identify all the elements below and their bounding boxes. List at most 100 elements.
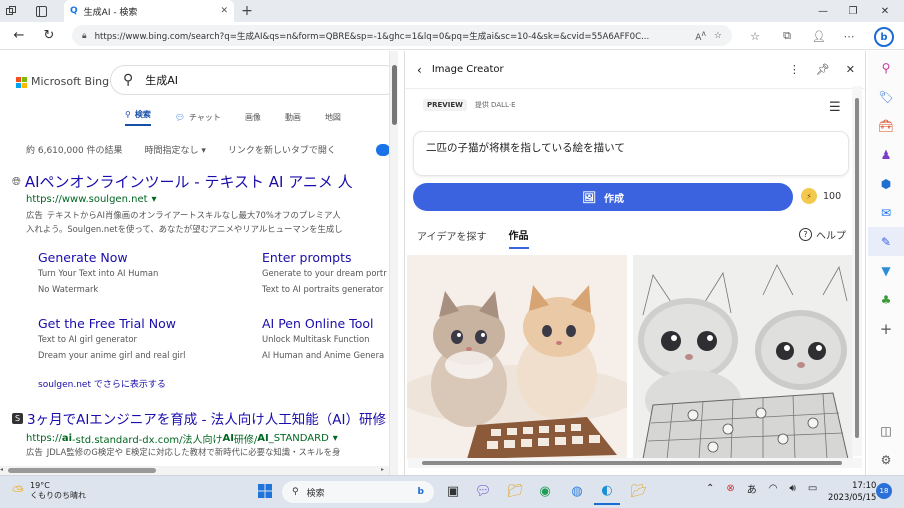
scope-tab-images[interactable]: 画像 <box>245 112 261 123</box>
result-2-url[interactable]: https://ai -std.standard-dx.com/法人向け AI 研修/… <box>26 431 338 446</box>
horizontal-scrollbar[interactable]: ◂ ▸ <box>0 466 390 475</box>
result-2-title[interactable]: 3ヶ月でAIエンジニアを育成 - 法人向け人工知能（AI）研修 <box>27 408 386 428</box>
folder-icon[interactable]: 📂︎ <box>626 477 652 505</box>
scope-tab-maps[interactable]: 地図 <box>325 112 341 123</box>
wifi-icon[interactable]: ◠ <box>769 483 778 494</box>
more-results-link[interactable]: soulgen.net でさらに表示する <box>38 377 166 390</box>
split-screen-icon[interactable]: ◫ <box>868 416 904 445</box>
profile-icon[interactable]: 👤︎ <box>808 22 830 50</box>
close-panel-icon[interactable]: ✕ <box>846 63 855 76</box>
new-tab-button[interactable]: + <box>238 0 256 22</box>
tools-icon[interactable]: 🧰︎ <box>868 111 904 140</box>
pin-icon[interactable]: 📌︎ <box>816 63 830 76</box>
search-sidebar-icon[interactable]: ⚲ <box>868 53 904 82</box>
scrollbar-thumb[interactable] <box>8 468 156 473</box>
tab-explore-ideas[interactable]: アイデアを探す <box>417 228 487 248</box>
scrollbar-thumb[interactable] <box>392 65 397 125</box>
file-explorer-icon[interactable]: 📁︎ <box>502 477 528 505</box>
back-arrow-icon[interactable]: ← <box>8 22 30 50</box>
prompt-input[interactable]: 二匹の子猫が将棋を指している絵を描いて <box>413 131 849 176</box>
start-windows-icon[interactable] <box>252 477 278 505</box>
refresh-icon[interactable]: ↻ <box>38 22 60 50</box>
tree-icon[interactable]: ♣︎ <box>868 285 904 314</box>
boost-coin-icon: ⚡︎ <box>801 188 817 204</box>
sitelink-title[interactable]: Get the Free Trial Now <box>38 316 186 331</box>
sitelink-title[interactable]: Enter prompts <box>262 250 387 265</box>
read-aloud-icon[interactable]: Aʌ <box>695 29 706 43</box>
task-view-icon[interactable]: ▣ <box>440 477 466 505</box>
teams-chat-icon[interactable]: 💬︎ <box>470 477 496 505</box>
weather-widget[interactable]: ⛅︎ 19°C くもりのち晴れ <box>12 481 86 501</box>
newtab-toggle[interactable] <box>376 144 390 156</box>
clock[interactable]: 17:10 2023/05/15 <box>828 479 876 503</box>
creator-vertical-scrollbar[interactable] <box>852 86 862 456</box>
create-button[interactable]: 🖼︎ 作成 <box>413 183 793 211</box>
scroll-left-icon[interactable]: ◂ <box>0 466 3 473</box>
boost-counter[interactable]: ⚡︎ 100 <box>801 188 841 204</box>
preview-row: PREVIEW 提供 DALL·E <box>423 99 516 111</box>
workspaces-icon[interactable] <box>0 0 22 22</box>
time-filter-dropdown[interactable]: 時間指定なし ▾ <box>145 143 206 156</box>
scope-tab-videos[interactable]: 動画 <box>285 112 301 123</box>
favorite-star-icon[interactable]: ☆ <box>714 31 722 41</box>
more-options-icon[interactable]: ⋮ <box>789 63 800 76</box>
result-1-url[interactable]: https://www.soulgen.net ▾ <box>26 194 157 205</box>
more-menu-icon[interactable]: ⋯ <box>838 22 860 50</box>
back-chevron-icon[interactable]: ‹ <box>417 63 422 77</box>
scope-tab-chat[interactable]: 💬︎ チャット <box>175 112 221 123</box>
restore-button[interactable]: ❐ <box>838 0 868 22</box>
address-bar[interactable]: 🔒︎ https://www.bing.com/search?q=生成AI&qs… <box>72 25 732 46</box>
tab-creations[interactable]: 作品 <box>508 227 529 249</box>
add-sidebar-app-icon[interactable]: + <box>868 314 904 343</box>
search-query[interactable]: 生成AI <box>145 72 178 88</box>
vertical-tabs-icon[interactable] <box>30 0 52 22</box>
help-link[interactable]: ? ヘルプ <box>799 227 846 242</box>
search-box[interactable]: ⚲ 生成AI <box>110 65 390 95</box>
close-window-button[interactable]: ✕ <box>870 0 900 22</box>
browser-tab[interactable]: Q 生成AI - 検索 ✕ <box>64 0 234 22</box>
favorites-icon[interactable]: ☆ <box>744 22 766 50</box>
url-text: https://www.bing.com/search?q=生成AI&qs=n&… <box>94 31 650 42</box>
hamburger-menu-icon[interactable]: ☰ <box>829 100 843 115</box>
collections-icon[interactable]: ⧉ <box>776 22 798 50</box>
scrollbar-thumb[interactable] <box>422 461 842 465</box>
help-icon: ? <box>799 228 812 241</box>
creator-horizontal-scrollbar[interactable] <box>408 458 862 468</box>
edge-icon[interactable]: ◐ <box>594 477 620 505</box>
results-vertical-scrollbar[interactable] <box>389 51 398 475</box>
chevron-down-icon[interactable]: ▾ <box>333 433 338 444</box>
result-1-title[interactable]: AIペンオンラインツール - テキスト AI アニメ 人 <box>25 171 353 192</box>
notification-badge[interactable]: 18 <box>876 483 892 499</box>
games-icon[interactable]: ♟︎ <box>868 140 904 169</box>
volume-icon[interactable]: 🔊︎ <box>790 483 796 494</box>
scroll-right-icon[interactable]: ▸ <box>381 466 384 473</box>
chevron-down-icon[interactable]: ▾ <box>152 194 157 205</box>
microsoft365-icon[interactable]: ⬢ <box>868 169 904 198</box>
ime-indicator[interactable]: あ <box>747 481 757 496</box>
zoom-icon[interactable]: ◍ <box>564 477 590 505</box>
battery-icon[interactable]: ▭ <box>808 483 817 494</box>
search-icon: ⚲ <box>123 72 134 88</box>
sitelink-title[interactable]: Generate Now <box>38 250 158 265</box>
drop-icon[interactable]: ▼ <box>868 256 904 285</box>
outlook-icon[interactable]: ✉︎ <box>868 198 904 227</box>
bing-logo[interactable]: Microsoft Bing <box>16 75 109 88</box>
chevron-up-icon[interactable]: ⌃ <box>706 483 714 494</box>
taskbar-search[interactable]: ⚲ 検索 b <box>282 481 434 503</box>
minimize-button[interactable]: — <box>808 0 838 22</box>
security-icon[interactable]: ⊗ <box>726 483 734 494</box>
shopping-icon[interactable]: 🏷︎ <box>868 82 904 111</box>
generated-image-2[interactable] <box>633 255 853 459</box>
scope-tab-search[interactable]: ⚲ 検索 <box>125 109 151 126</box>
chat-icon: 💬︎ <box>174 113 186 122</box>
sitelink-desc: Unlock Multitask Function <box>262 334 370 344</box>
scrollbar-thumb[interactable] <box>855 98 859 438</box>
image-creator-icon[interactable]: ✎ <box>868 227 904 256</box>
generated-image-1[interactable] <box>407 255 627 459</box>
settings-gear-icon[interactable]: ⚙︎ <box>868 445 904 474</box>
bing-copilot-icon[interactable]: b <box>874 27 894 47</box>
partly-cloudy-icon: ⛅︎ <box>12 482 25 500</box>
close-tab-icon[interactable]: ✕ <box>220 6 228 16</box>
sitelink-title[interactable]: AI Pen Online Tool <box>262 316 384 331</box>
chrome-icon[interactable]: ◉ <box>532 477 558 505</box>
